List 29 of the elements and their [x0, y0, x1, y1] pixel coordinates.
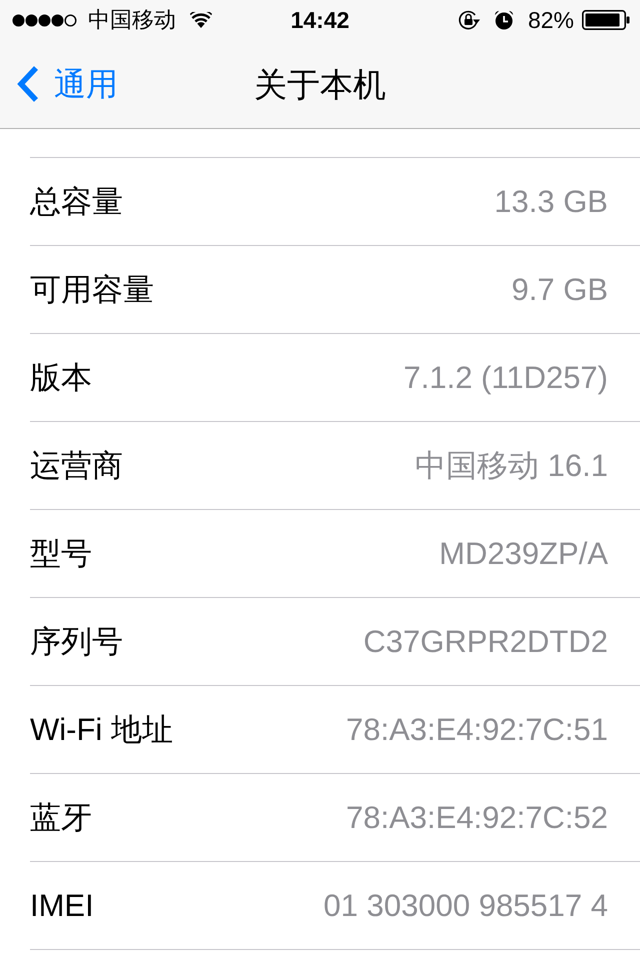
row-value: 7.1.2 (11D257) — [404, 362, 608, 393]
row-label: 序列号 — [30, 626, 123, 657]
row-label: 版本 — [30, 362, 92, 393]
carrier-name: 中国移动 — [88, 9, 176, 31]
alarm-clock-icon — [494, 10, 514, 30]
row-label: 型号 — [30, 538, 92, 569]
row-label: Wi-Fi 地址 — [30, 714, 173, 745]
status-time: 14:42 — [290, 8, 350, 32]
rotation-lock-icon — [458, 10, 480, 30]
back-button[interactable]: 通用 — [16, 61, 118, 107]
chevron-left-icon — [16, 65, 40, 103]
row-value: 13.3 GB — [494, 186, 608, 217]
page-title: 关于本机 — [254, 68, 386, 100]
row-value: 9.7 GB — [512, 274, 608, 305]
row-value: 78:A3:E4:92:7C:52 — [346, 802, 608, 833]
row-label: 可用容量 — [30, 274, 154, 305]
row-value: 78:A3:E4:92:7C:51 — [346, 714, 608, 745]
row-value: C37GRPR2DTD2 — [363, 626, 608, 657]
row-label: 总容量 — [30, 186, 123, 217]
row-value: 中国移动 16.1 — [415, 450, 608, 481]
signal-strength-icon — [12, 14, 78, 26]
row-label: 蓝牙 — [30, 802, 92, 833]
wifi-icon — [190, 12, 212, 28]
row-value: 01 303000 985517 4 — [324, 890, 608, 921]
battery-percentage: 82% — [528, 8, 574, 32]
row-label: 运营商 — [30, 450, 123, 481]
row-label: IMEI — [30, 890, 94, 921]
battery-icon — [582, 10, 630, 30]
row-value: MD239ZP/A — [439, 538, 608, 569]
